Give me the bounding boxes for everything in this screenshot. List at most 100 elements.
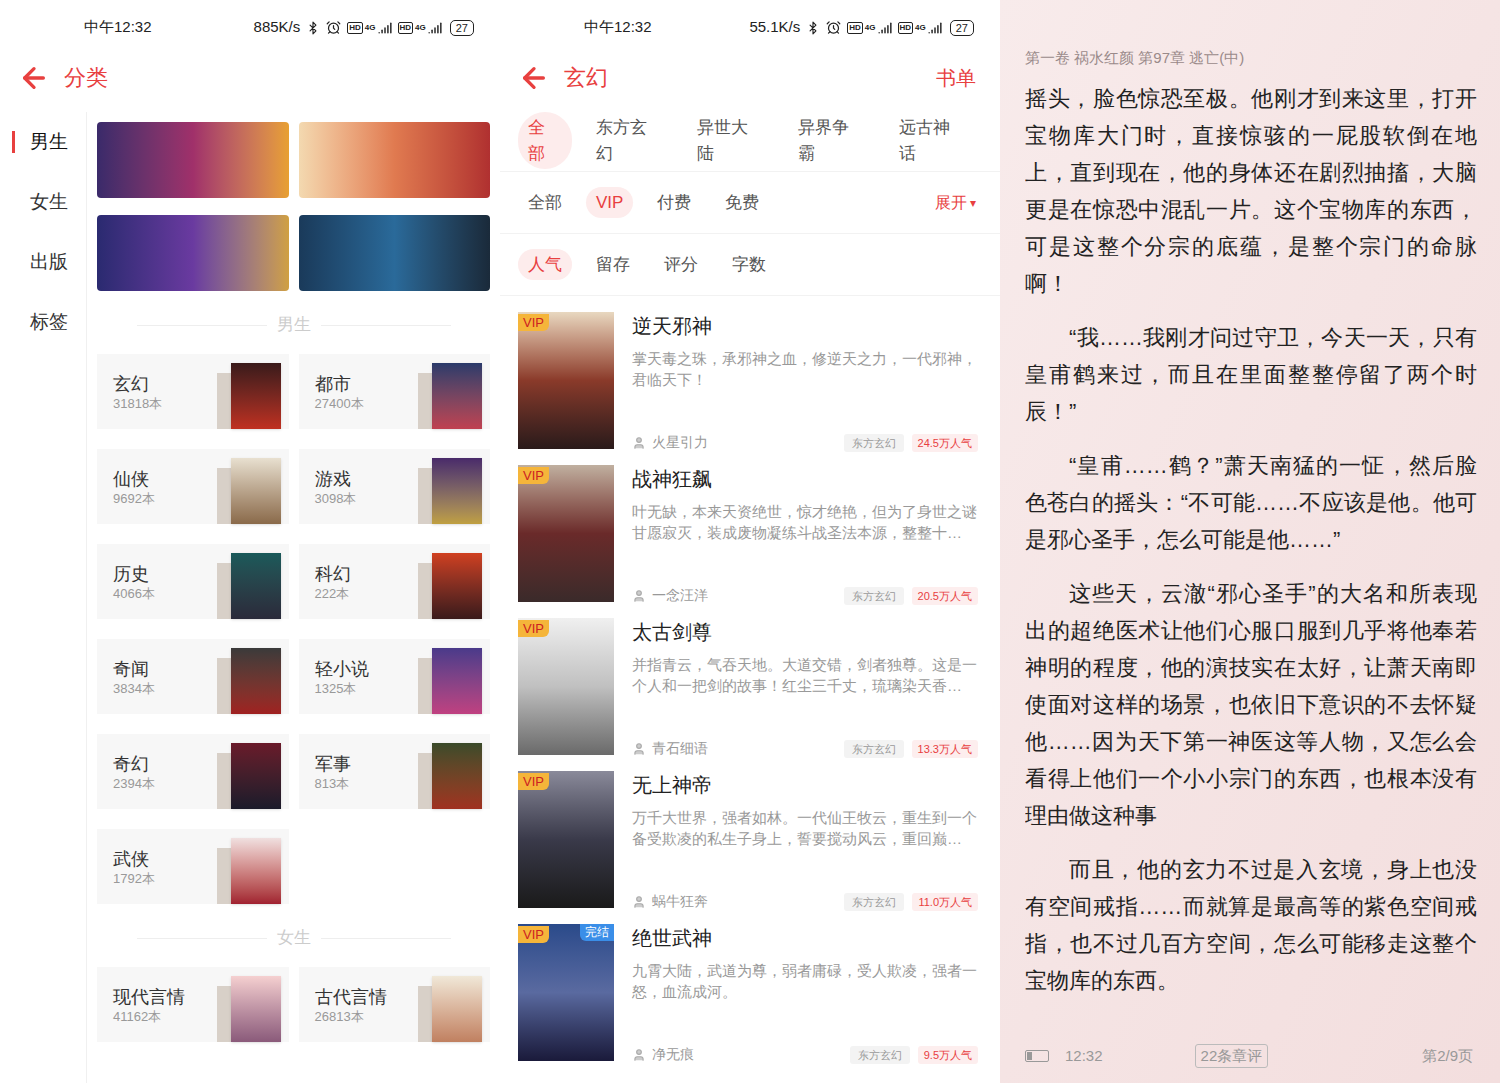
filter-option[interactable]: 异世大陆: [687, 112, 774, 169]
category-name: 现代言情: [113, 985, 185, 1009]
book-title: 逆天邪神: [632, 312, 978, 340]
book-row[interactable]: VIP逆天邪神掌天毒之珠，承邪神之血，修逆天之力，一代邪神，君临天下！火星引力东…: [500, 312, 1000, 465]
category-card[interactable]: 游戏3098本: [299, 449, 491, 524]
category-card[interactable]: 都市27400本: [299, 354, 491, 429]
book-tag: 东方玄幻: [844, 740, 904, 758]
battery-indicator: 27: [950, 20, 974, 36]
category-name: 轻小说: [315, 657, 369, 681]
filter-option[interactable]: 人气: [518, 249, 572, 281]
category-section: 男生玄幻31818本都市27400本仙侠9692本游戏3098本历史4066本科…: [97, 291, 490, 904]
sidebar-item[interactable]: 女生: [0, 172, 86, 232]
category-count: 26813本: [315, 1009, 387, 1025]
network-type: 4G: [865, 23, 876, 33]
book-meta: 一念汪洋东方玄幻20.5万人气: [632, 585, 978, 606]
book-row[interactable]: VIP无上神帝万千大世界，强者如林。一代仙王牧云，重生到一个备受欺凌的私生子身上…: [500, 771, 1000, 924]
category-card[interactable]: 军事813本: [299, 734, 491, 809]
sim-status: HD4G: [898, 21, 942, 35]
author-icon: [632, 895, 646, 909]
book-cover: VIP: [518, 771, 614, 908]
book-tag: 东方玄幻: [844, 587, 904, 605]
sidebar-item[interactable]: 标签: [0, 292, 86, 352]
header-title: 玄幻: [564, 61, 608, 94]
category-card[interactable]: 奇幻2394本: [97, 734, 289, 809]
category-cover: [217, 741, 281, 809]
vip-badge: VIP: [518, 620, 549, 637]
filter-option[interactable]: 全部: [518, 112, 572, 169]
filter-option[interactable]: 全部: [518, 187, 572, 219]
filter-option[interactable]: 免费: [715, 187, 769, 219]
finished-badge: 完结: [580, 924, 614, 941]
book-cover: VIP: [518, 465, 614, 602]
back-arrow-icon[interactable]: [518, 62, 550, 94]
filter-option[interactable]: 评分: [654, 249, 708, 281]
category-cover: [418, 361, 482, 429]
banner[interactable]: [97, 215, 289, 291]
back-arrow-icon[interactable]: [18, 62, 50, 94]
paragraph: 而且，他的玄力不过是入玄境，身上也没有空间戒指……而就算是最高等的紫色空间戒指，…: [1025, 851, 1477, 999]
book-cover: VIP: [518, 618, 614, 755]
book-cover: VIP: [518, 312, 614, 449]
filter-option[interactable]: 远古神话: [889, 112, 976, 169]
booklist-button[interactable]: 书单: [936, 63, 976, 93]
app: 中午12:32885K/sHD4GHD4G27分类男生女生出版标签男生玄幻318…: [0, 0, 1500, 1083]
author-icon: [632, 589, 646, 603]
filter-option[interactable]: 东方玄幻: [586, 112, 673, 169]
filter-option[interactable]: VIP: [586, 187, 633, 219]
expand-icon: ▾: [970, 194, 976, 212]
filter-option[interactable]: 字数: [722, 249, 776, 281]
book-desc: 万千大世界，强者如林。一代仙王牧云，重生到一个备受欺凌的私生子身上，誓要搅动风云…: [632, 807, 978, 849]
chapter-comments[interactable]: 22条章评: [1195, 1044, 1269, 1068]
banner[interactable]: [97, 122, 289, 198]
category-card[interactable]: 武侠1792本: [97, 829, 289, 904]
category-cover: [418, 551, 482, 619]
signal-icon: [428, 21, 442, 35]
sidebar-item[interactable]: 出版: [0, 232, 86, 292]
banner-grid: [97, 122, 490, 291]
filter-option[interactable]: 留存: [586, 249, 640, 281]
category-card[interactable]: 历史4066本: [97, 544, 289, 619]
category-card[interactable]: 现代言情41162本: [97, 967, 289, 1042]
banner[interactable]: [299, 122, 491, 198]
category-name: 奇幻: [113, 752, 155, 776]
book-row[interactable]: VIP战神狂飙叶无缺，本来天资绝世，惊才绝艳，但为了身世之谜甘愿寂灭，装成废物凝…: [500, 465, 1000, 618]
network-type: 4G: [365, 23, 376, 33]
expand-button[interactable]: 展开▾: [935, 191, 976, 215]
book-row[interactable]: VIP太古剑尊并指青云，气吞天地。大道交错，剑者独尊。这是一个人和一把剑的故事！…: [500, 618, 1000, 771]
category-name: 军事: [315, 752, 351, 776]
book-info: 战神狂飙叶无缺，本来天资绝世，惊才绝艳，但为了身世之谜甘愿寂灭，装成废物凝练斗战…: [632, 465, 978, 618]
banner[interactable]: [299, 215, 491, 291]
category-card[interactable]: 轻小说1325本: [299, 639, 491, 714]
book-popularity: 9.5万人气: [918, 1046, 978, 1064]
category-cover: [418, 974, 482, 1042]
page-indicator: 第2/9页: [1422, 1045, 1473, 1068]
status-icons: 885K/sHD4GHD4G27: [254, 16, 474, 39]
category-cover: [217, 456, 281, 524]
filter-option[interactable]: 异界争霸: [788, 112, 875, 169]
sim-status: HD4G: [347, 21, 391, 35]
category-name: 历史: [113, 562, 155, 586]
reader-time: 12:32: [1065, 1045, 1103, 1068]
book-cover: VIP完结: [518, 924, 614, 1061]
category-card[interactable]: 古代言情26813本: [299, 967, 491, 1042]
hd-badge: HD: [398, 22, 414, 34]
category-card[interactable]: 科幻222本: [299, 544, 491, 619]
category-count: 813本: [315, 776, 351, 792]
sidebar-item[interactable]: 男生: [0, 112, 86, 172]
filter-option[interactable]: 付费: [647, 187, 701, 219]
status-time: 中午12:32: [584, 16, 652, 39]
book-desc: 掌天毒之珠，承邪神之血，修逆天之力，一代邪神，君临天下！: [632, 348, 978, 390]
category-card[interactable]: 仙侠9692本: [97, 449, 289, 524]
category-card[interactable]: 奇闻3834本: [97, 639, 289, 714]
author-icon: [632, 1048, 646, 1062]
category-card[interactable]: 玄幻31818本: [97, 354, 289, 429]
book-meta: 净无痕东方玄幻9.5万人气: [632, 1044, 978, 1065]
category-count: 1792本: [113, 871, 155, 887]
author-icon: [632, 436, 646, 450]
book-meta: 蜗牛狂奔东方玄幻11.0万人气: [632, 891, 978, 912]
category-name: 古代言情: [315, 985, 387, 1009]
book-row[interactable]: VIP完结绝世武神九霄大陆，武道为尊，弱者庸碌，受人欺凌，强者一怒，血流成河。净…: [500, 924, 1000, 1077]
category-count: 222本: [315, 586, 351, 602]
status-icons: 55.1K/sHD4GHD4G27: [749, 16, 974, 39]
category-name: 玄幻: [113, 372, 162, 396]
category-cover: [217, 974, 281, 1042]
